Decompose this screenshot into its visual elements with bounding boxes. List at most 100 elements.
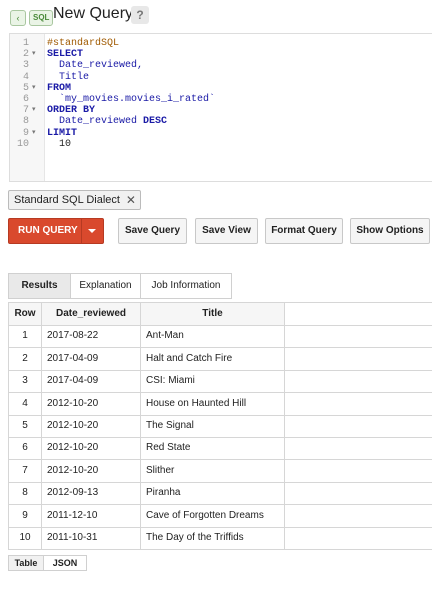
code-text: 10 <box>47 139 71 150</box>
title-cell: Slither <box>141 459 285 482</box>
code-token: Title <box>47 71 90 83</box>
save-view-button[interactable]: Save View <box>195 218 258 244</box>
code-text: LIMIT <box>47 128 77 139</box>
code-token: FROM <box>47 82 72 94</box>
tab-results[interactable]: Results <box>8 273 71 299</box>
table-row: 3 2017-04-09 CSI: Miami <box>8 370 432 394</box>
title-cell: Piranha <box>141 482 285 505</box>
line-number: 10 <box>16 138 29 150</box>
row-number-cell: 7 <box>8 459 42 482</box>
title-cell: The Day of the Triffids <box>141 527 285 549</box>
code-token: Date_reviewed <box>47 116 144 128</box>
line-number: 3 <box>22 60 29 72</box>
code-line: 9 ▾ LIMIT <box>10 128 432 139</box>
table-row: 5 2012-10-20 The Signal <box>8 415 432 438</box>
title-cell: Cave of Forgotten Dreams <box>141 504 285 527</box>
table-row: 6 2012-10-20 Red State <box>8 437 432 461</box>
date-reviewed-cell: 2012-10-20 <box>42 459 141 482</box>
date-reviewed-cell: 2011-10-31 <box>42 527 141 549</box>
results-table: Row Date_reviewed Title 1 2017-08-22 Ant-M… <box>8 302 432 550</box>
line-number: 7 <box>22 105 29 117</box>
run-query-label: RUN QUERY <box>18 225 78 236</box>
table-row: 4 2012-10-20 House on Haunted Hill <box>8 392 432 416</box>
show-options-button[interactable]: Show Options <box>350 218 430 244</box>
table-view-button[interactable]: Table <box>8 555 44 571</box>
code-line: 4 Title <box>10 72 432 83</box>
line-number: 1 <box>22 38 29 49</box>
date-reviewed-cell: 2012-10-20 <box>42 392 141 415</box>
title-cell: The Signal <box>141 415 285 437</box>
code-line: 5 ▾ FROM <box>10 83 432 94</box>
fold-arrow-icon[interactable]: ▾ <box>32 83 40 94</box>
row-number-cell: 10 <box>8 527 42 549</box>
title-cell: Ant-Man <box>141 325 285 348</box>
title-cell: CSI: Miami <box>141 370 285 393</box>
help-icon[interactable]: ? <box>131 6 149 24</box>
format-query-button[interactable]: Format Query <box>265 218 343 244</box>
code-line: 10 10 <box>10 139 432 150</box>
code-line: 6 `my_movies.movies_i_rated` <box>10 94 432 105</box>
back-arrow-icon[interactable]: ‹ <box>10 10 26 26</box>
query-editor[interactable]: 1 #standardSQL 2 ▾ SELECT 3 Date_reviewed, 4 T… <box>9 33 432 182</box>
code-text: Title <box>47 72 89 83</box>
run-query-button[interactable]: RUN QUERY <box>8 218 104 244</box>
code-text: Date_reviewed, <box>47 60 143 71</box>
column-header-row: Row <box>8 303 42 325</box>
row-number-cell: 2 <box>8 347 42 370</box>
date-reviewed-cell: 2011-12-10 <box>42 504 141 527</box>
line-number: 5 <box>22 82 29 94</box>
code-token: LIMIT <box>47 127 78 139</box>
table-row: 9 2011-12-10 Cave of Forgotten Dreams <box>8 504 432 528</box>
dialect-chip: Standard SQL Dialect ✕ <box>8 190 141 210</box>
code-text: FROM <box>47 83 71 94</box>
fold-arrow-icon[interactable]: ▾ <box>32 49 40 60</box>
save-query-button[interactable]: Save Query <box>118 218 187 244</box>
title-cell: Halt and Catch Fire <box>141 347 285 370</box>
tab-job-information[interactable]: Job Information <box>140 273 232 299</box>
tab-explanation[interactable]: Explanation <box>70 273 141 299</box>
code-text: ORDER BY <box>47 105 95 116</box>
date-reviewed-cell: 2017-04-09 <box>42 347 141 370</box>
row-number-cell: 8 <box>8 482 42 505</box>
date-reviewed-cell: 2017-08-22 <box>42 325 141 348</box>
table-row: 1 2017-08-22 Ant-Man <box>8 325 432 349</box>
results-tabs: Results Explanation Job Information <box>8 273 432 299</box>
table-row: 10 2011-10-31 The Day of the Triffids <box>8 527 432 550</box>
close-icon[interactable]: ✕ <box>126 191 136 209</box>
table-row: 7 2012-10-20 Slither <box>8 459 432 483</box>
code-token: DESC <box>143 116 168 128</box>
column-header-date-reviewed: Date_reviewed <box>42 303 141 325</box>
sql-badge: SQL <box>29 10 54 26</box>
column-header-title: Title <box>141 303 285 325</box>
code-text: SELECT <box>47 49 83 60</box>
json-view-button[interactable]: JSON <box>43 555 87 571</box>
chevron-down-icon[interactable] <box>88 229 96 233</box>
row-number-cell: 4 <box>8 392 42 415</box>
code-token: ORDER BY <box>47 105 96 117</box>
fold-arrow-icon[interactable]: ▾ <box>32 128 40 139</box>
code-line: 7 ▾ ORDER BY <box>10 105 432 116</box>
title-cell: Red State <box>141 437 285 460</box>
row-number-cell: 6 <box>8 437 42 460</box>
line-number: 4 <box>22 71 29 83</box>
date-reviewed-cell: 2012-09-13 <box>42 482 141 505</box>
line-number: 9 <box>22 127 29 139</box>
line-number: 6 <box>22 94 29 105</box>
date-reviewed-cell: 2012-10-20 <box>42 437 141 460</box>
code-line: 3 Date_reviewed, <box>10 60 432 71</box>
dialect-label: Standard SQL Dialect <box>14 194 120 206</box>
page-title: New Query <box>53 5 134 22</box>
title-cell: House on Haunted Hill <box>141 392 285 415</box>
fold-arrow-icon[interactable]: ▾ <box>32 105 40 116</box>
row-number-cell: 9 <box>8 504 42 527</box>
code-token: #standardSQL <box>47 38 120 49</box>
line-number: 8 <box>22 116 29 128</box>
code-line: 2 ▾ SELECT <box>10 49 432 60</box>
code-token: SELECT <box>47 49 84 61</box>
table-header-row: Row Date_reviewed Title <box>8 303 432 326</box>
row-number-cell: 1 <box>8 325 42 348</box>
code-text: `my_movies.movies_i_rated` <box>47 94 215 105</box>
code-token: `my_movies.movies_i_rated` <box>47 94 216 105</box>
date-reviewed-cell: 2012-10-20 <box>42 415 141 437</box>
code-token: Date_reviewed, <box>47 60 144 72</box>
